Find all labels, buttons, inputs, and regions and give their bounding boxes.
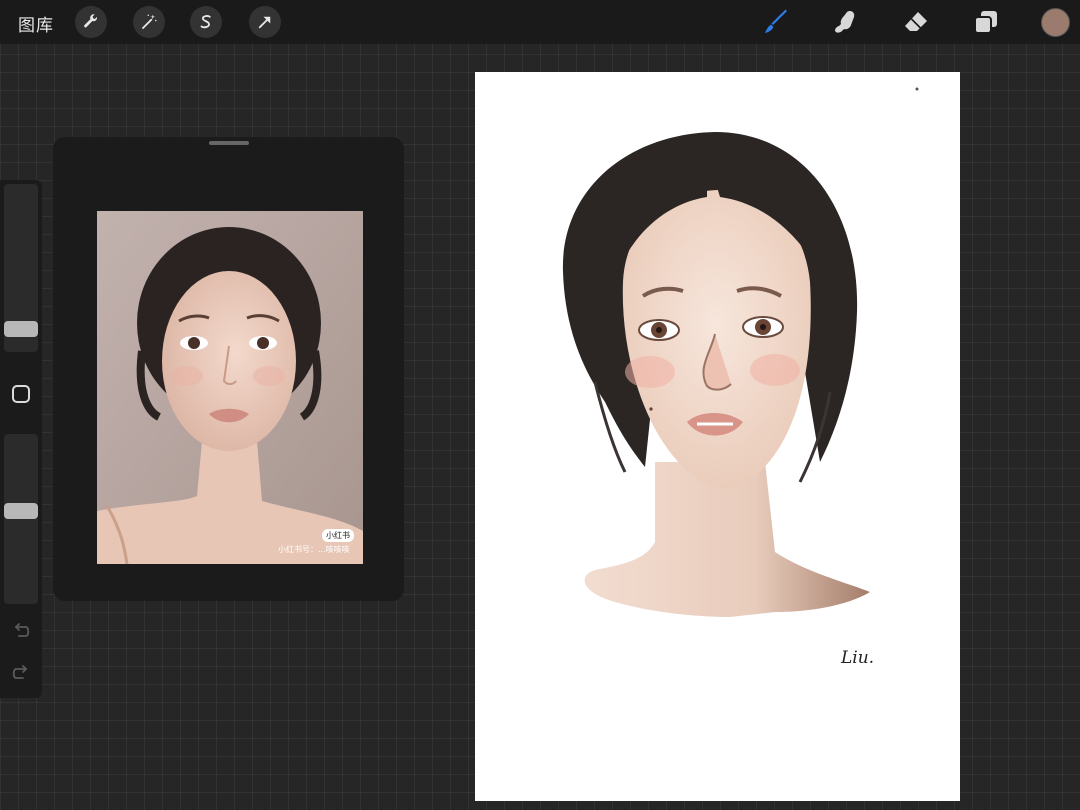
smudge-finger-icon [835, 11, 855, 33]
reference-panel[interactable]: 小红书 小红书号：...咳咳咳 [53, 137, 404, 601]
smudge-tool-button[interactable] [830, 6, 862, 38]
opacity-thumb[interactable] [4, 503, 38, 520]
eraser-tool-button[interactable] [900, 6, 932, 38]
photo-watermark: 小红书号：...咳咳咳 [278, 545, 350, 554]
adjustments-button[interactable] [133, 6, 165, 38]
brush-size-thumb[interactable] [4, 320, 38, 337]
selection-button[interactable] [190, 6, 222, 38]
gallery-button[interactable]: 图库 [18, 11, 54, 36]
drawing-canvas[interactable]: Liu. [475, 72, 960, 801]
layers-button[interactable] [970, 6, 1002, 38]
eraser-icon [905, 12, 927, 31]
photo-badge: 小红书 [322, 529, 354, 542]
selection-s-icon [200, 15, 211, 29]
reference-portrait [97, 211, 363, 564]
brush-tool-button[interactable] [760, 6, 792, 38]
layers-icon [974, 11, 997, 34]
redo-button[interactable] [8, 660, 34, 686]
wrench-icon [84, 14, 97, 28]
brush-icon [765, 9, 787, 33]
arrow-cursor-icon [258, 16, 271, 29]
undo-button[interactable] [8, 618, 34, 644]
actions-button[interactable] [75, 6, 107, 38]
top-toolbar: 图库 [0, 0, 1080, 44]
color-swatch[interactable] [1041, 8, 1070, 37]
painted-portrait [562, 87, 919, 617]
redo-icon [12, 665, 28, 679]
reference-drag-handle[interactable] [209, 141, 249, 145]
modify-button[interactable] [12, 385, 30, 403]
artist-signature: Liu. [841, 648, 875, 668]
transform-button[interactable] [249, 6, 281, 38]
undo-icon [14, 623, 30, 637]
magic-wand-icon [142, 14, 157, 29]
left-sidebar [0, 180, 42, 698]
reference-photo: 小红书 小红书号：...咳咳咳 [97, 211, 363, 564]
